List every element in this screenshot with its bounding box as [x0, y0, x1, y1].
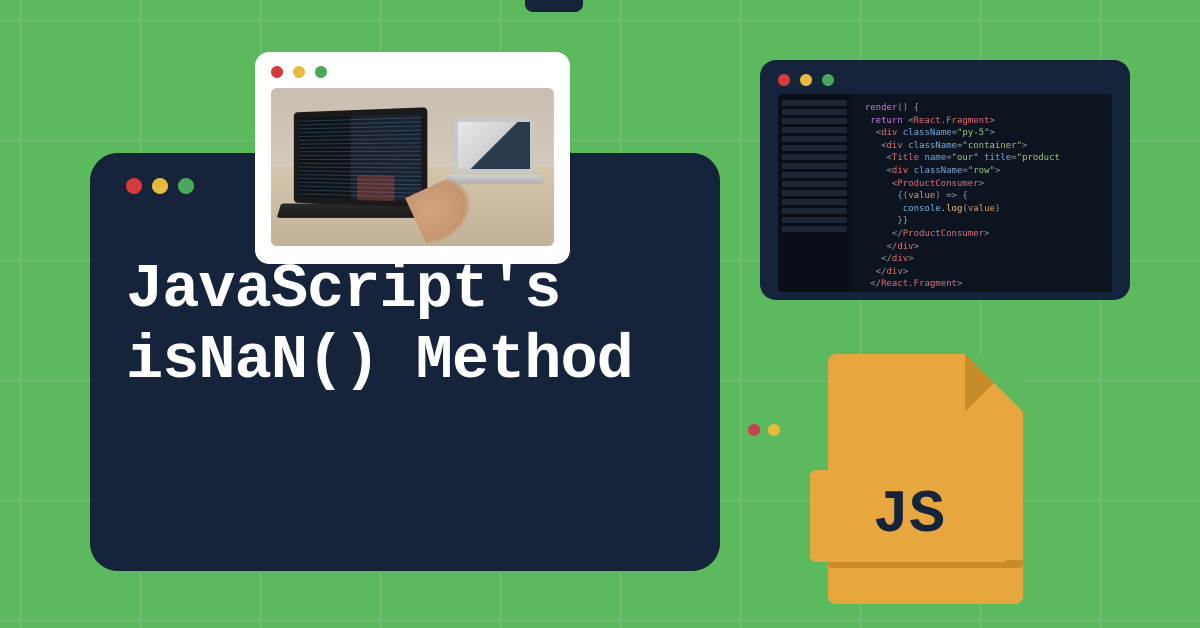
- dot-red-icon: [778, 74, 790, 86]
- dot-yellow-icon: [800, 74, 812, 86]
- dot-yellow-icon: [768, 424, 780, 436]
- code-editor-window: render() { return <React.Fragment> <div …: [760, 60, 1130, 300]
- dot-red-icon: [126, 178, 142, 194]
- accent-dots: [748, 424, 780, 436]
- js-file-label: JS: [873, 482, 945, 550]
- top-accent-bar: [525, 0, 583, 12]
- js-file-icon: JS: [810, 354, 1040, 604]
- dot-yellow-icon: [152, 178, 168, 194]
- traffic-lights-laptop: [271, 66, 554, 78]
- laptop-photo-window: [255, 52, 570, 264]
- code-area: render() { return <React.Fragment> <div …: [778, 94, 1112, 292]
- dot-red-icon: [271, 66, 283, 78]
- page-title: JavaScript's isNaN() Method: [126, 254, 684, 397]
- laptop-photo: [271, 88, 554, 246]
- dot-green-icon: [315, 66, 327, 78]
- code-content: render() { return <React.Fragment> <div …: [865, 102, 1108, 291]
- dot-green-icon: [178, 178, 194, 194]
- dot-red-icon: [748, 424, 760, 436]
- dot-yellow-icon: [293, 66, 305, 78]
- traffic-lights-code: [778, 74, 1112, 86]
- dot-green-icon: [822, 74, 834, 86]
